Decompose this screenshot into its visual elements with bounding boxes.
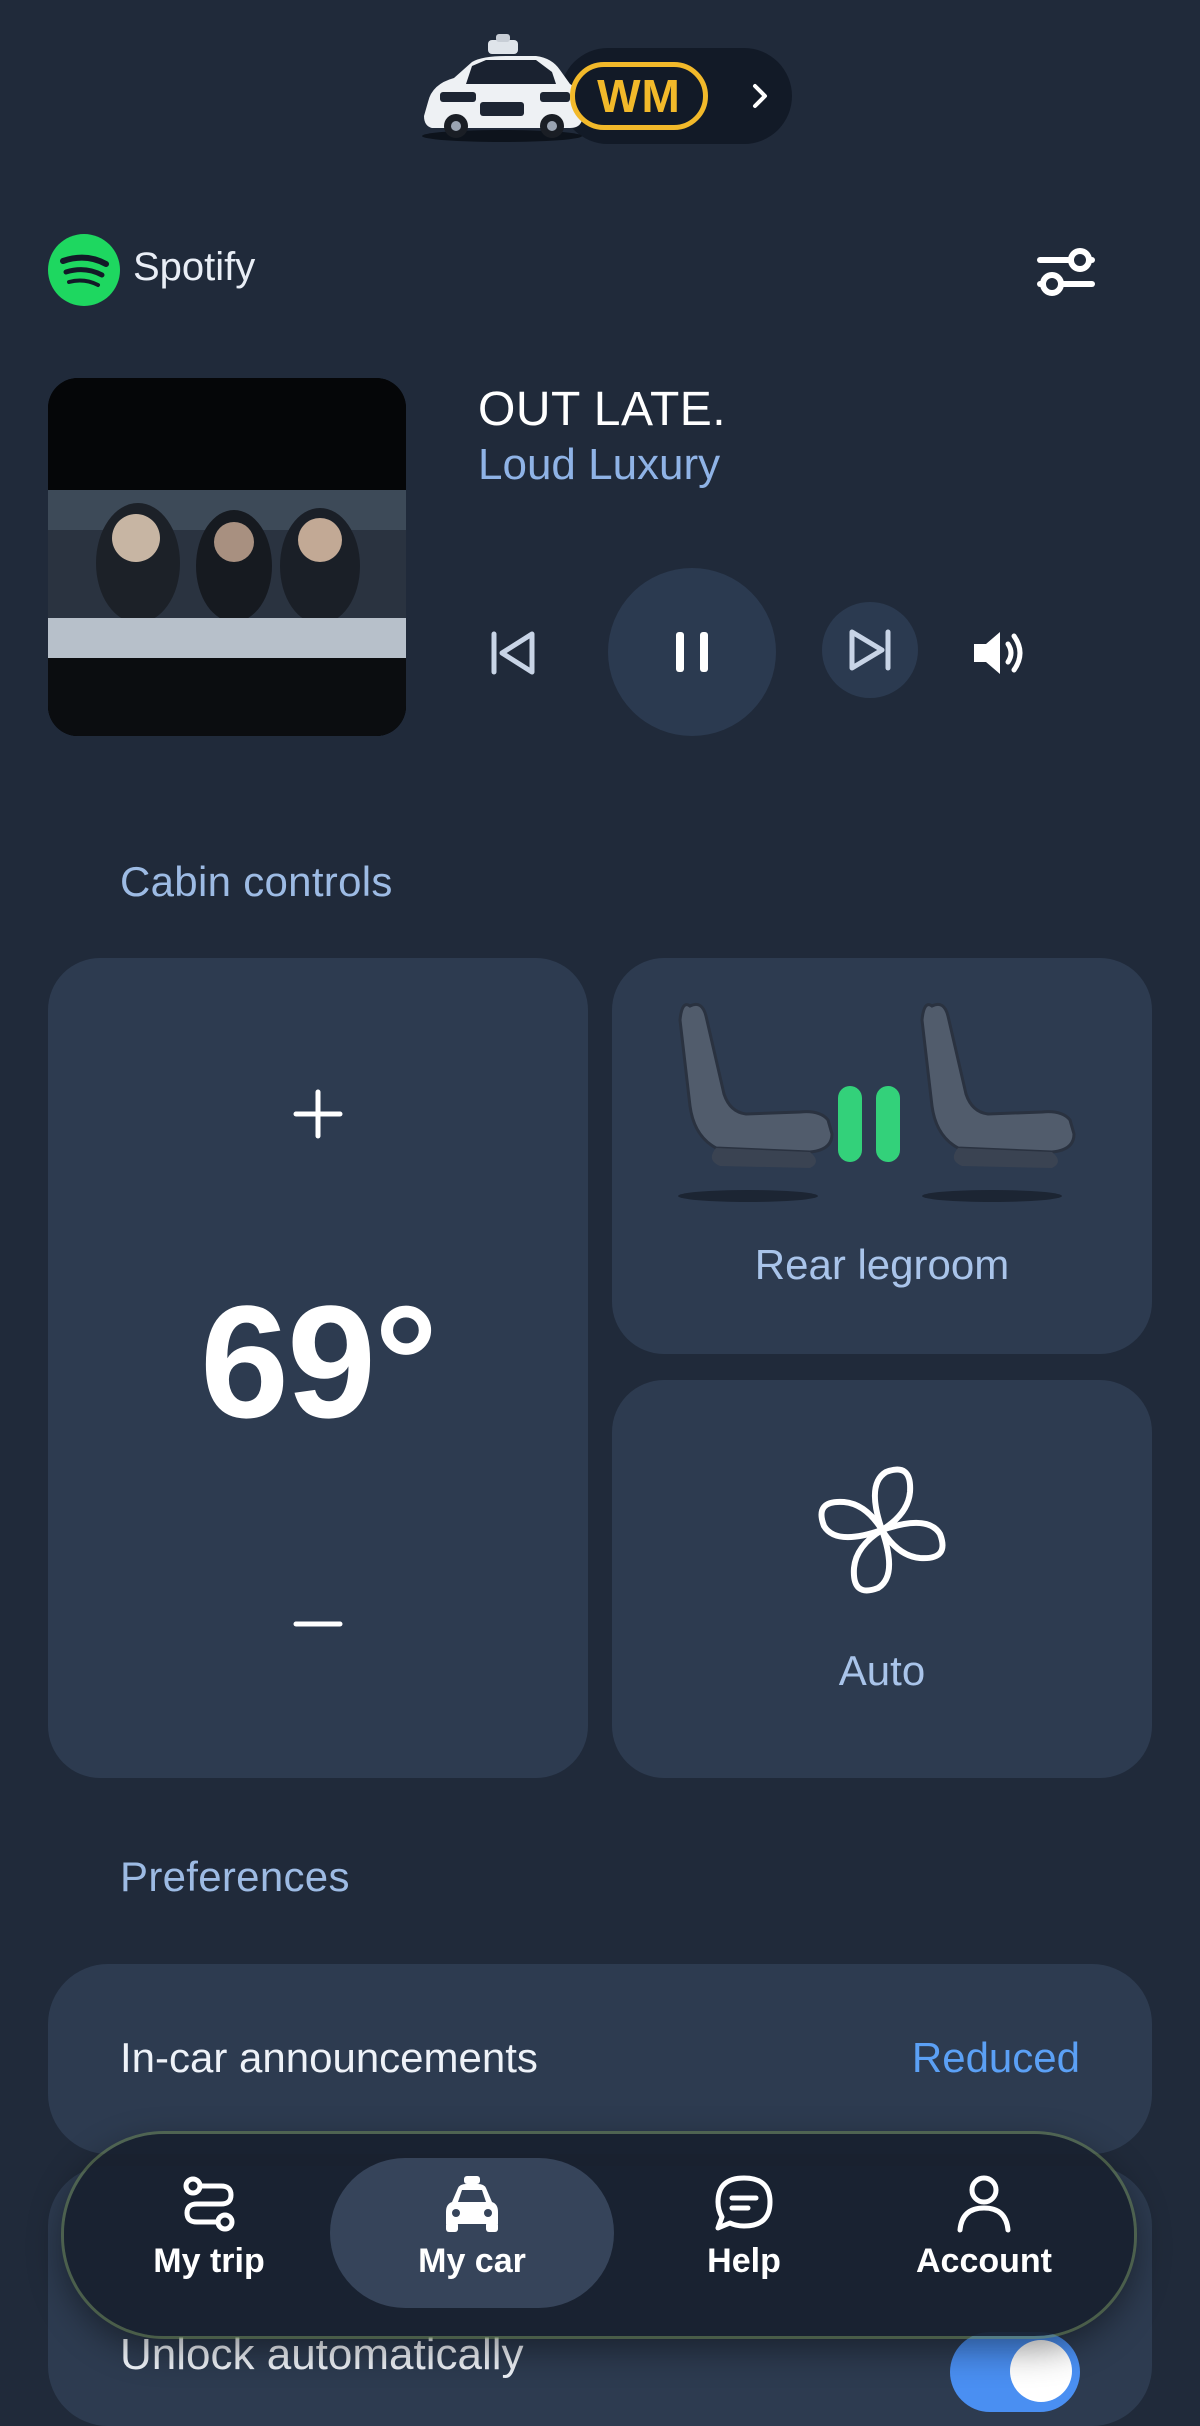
nav-help[interactable]: Help: [644, 2158, 844, 2308]
seats-pause-icon: [678, 1002, 1076, 1202]
chevron-right-icon: [753, 84, 767, 108]
temperature-value: 69°: [200, 1272, 438, 1451]
skip-next-button[interactable]: [822, 602, 918, 698]
skip-next-icon: [849, 629, 891, 671]
rear-legroom-label: Rear legroom: [754, 1241, 1010, 1288]
nav-account-label: Account: [916, 2242, 1052, 2280]
vehicle-pill[interactable]: WM: [410, 28, 792, 146]
spotify-logo-icon: [48, 234, 120, 306]
preferences-heading: Preferences: [120, 1853, 350, 1900]
cabin-controls-heading: Cabin controls: [120, 858, 393, 905]
pause-button[interactable]: [608, 568, 776, 736]
route-icon: [183, 2176, 235, 2232]
fan-mode-label: Auto: [838, 1647, 926, 1694]
announcements-value[interactable]: Reduced: [892, 2034, 1080, 2082]
nav-my-trip-label: My trip: [153, 2242, 265, 2280]
nav-my-car-label: My car: [418, 2242, 526, 2280]
sliders-icon[interactable]: [1036, 244, 1096, 300]
album-art: [48, 378, 406, 736]
person-icon: [957, 2175, 1011, 2233]
volume-icon[interactable]: [966, 620, 1032, 686]
pause-icon: [676, 632, 708, 672]
fan-icon: [818, 1466, 946, 1594]
announcements-label: In-car announcements: [120, 2034, 538, 2081]
car-icon: [446, 2176, 498, 2232]
minus-icon[interactable]: [268, 1590, 368, 1658]
unlock-label: Unlock automatically: [120, 2330, 524, 2379]
nav-help-label: Help: [707, 2242, 781, 2280]
vehicle-badge: WM: [570, 62, 708, 130]
media-app-name: Spotify: [133, 245, 256, 289]
nav-account[interactable]: Account: [864, 2158, 1104, 2308]
waymo-car-image: [422, 34, 582, 142]
track-artist[interactable]: Loud Luxury: [478, 440, 720, 490]
track-title: OUT LATE.: [478, 383, 727, 436]
unlock-toggle[interactable]: [950, 2332, 1080, 2412]
skip-previous-icon[interactable]: [480, 620, 546, 686]
nav-my-car[interactable]: My car: [330, 2158, 614, 2308]
bottom-nav: My trip My car Help Account: [64, 2134, 1134, 2336]
plus-icon[interactable]: [268, 1076, 368, 1152]
album-art-image: [48, 378, 406, 736]
toggle-knob: [1010, 2340, 1072, 2402]
chat-bubble-icon: [715, 2175, 773, 2231]
nav-my-trip[interactable]: My trip: [104, 2158, 314, 2308]
